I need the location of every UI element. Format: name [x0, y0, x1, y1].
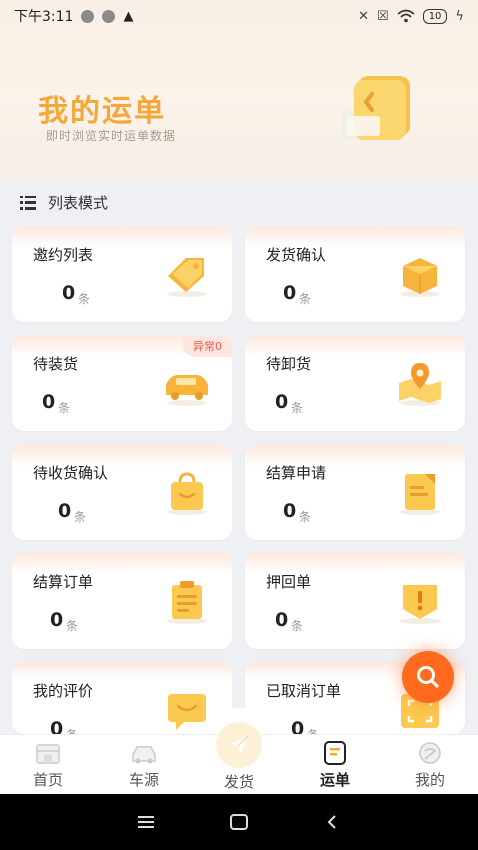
card-title: 待收货确认	[33, 464, 109, 482]
card-return-receipt[interactable]: 押回单 0 条	[245, 553, 465, 649]
charging-icon: ϟ	[455, 8, 464, 24]
card-title: 发货确认	[266, 246, 327, 264]
card-settlement-orders[interactable]: 结算订单 0 条	[12, 553, 232, 649]
exception-badge: 异常0	[183, 335, 232, 357]
tab-label: 运单	[319, 771, 350, 789]
status-bar: 下午3:11 ▲ ✕ ☒ 10 ϟ	[0, 0, 478, 32]
menu-button[interactable]	[126, 807, 166, 837]
tab-home[interactable]: 首页	[0, 735, 96, 795]
search-button[interactable]	[402, 651, 454, 703]
notification-dot-icon	[102, 9, 116, 23]
list-mode-toggle[interactable]: 列表模式	[20, 192, 108, 213]
card-count: 0	[42, 391, 56, 413]
list-icon	[20, 195, 36, 210]
card-settlement-apply[interactable]: 结算申请 0 条	[245, 444, 465, 540]
tab-profile[interactable]: 我的	[382, 735, 478, 795]
card-count: 0	[283, 282, 297, 304]
status-time: 下午3:11	[14, 9, 74, 25]
map-pin-icon	[399, 363, 441, 406]
page-subtitle: 即时浏览实时运单数据	[46, 129, 177, 143]
card-count: 0	[62, 282, 76, 304]
card-title: 押回单	[266, 573, 312, 591]
card-unit: 条	[299, 510, 312, 524]
card-title: 待装货	[33, 355, 79, 373]
card-title: 邀约列表	[33, 246, 94, 264]
card-count: 0	[275, 391, 289, 413]
back-nav-button[interactable]	[312, 807, 352, 837]
send-icon	[230, 735, 249, 754]
warning-icon: ▲	[123, 8, 134, 24]
card-title: 待卸货	[266, 355, 312, 373]
list-mode-label: 列表模式	[48, 194, 109, 212]
card-count: 0	[275, 609, 289, 631]
ship-center-button[interactable]	[216, 722, 262, 768]
sim-icon: ☒	[377, 8, 389, 24]
square-home-icon	[229, 814, 248, 830]
card-title: 结算订单	[33, 573, 94, 591]
system-navigation-bar	[0, 794, 478, 850]
card-title: 已取消订单	[266, 682, 342, 700]
card-my-reviews[interactable]: 我的评价 0 条	[12, 662, 232, 742]
package-box-icon	[400, 258, 440, 297]
tab-label: 车源	[128, 771, 159, 789]
clipboard-icon	[167, 581, 207, 624]
wifi-icon	[397, 9, 415, 23]
card-unit: 条	[291, 619, 304, 633]
card-unit: 条	[58, 401, 71, 415]
card-count: 0	[58, 500, 72, 522]
card-shipment-confirm[interactable]: 发货确认 0 条	[245, 226, 465, 322]
card-invite-list[interactable]: 邀约列表 0 条	[12, 226, 232, 322]
card-title: 我的评价	[33, 682, 94, 700]
card-pending-receipt[interactable]: 待收货确认 0 条	[12, 444, 232, 540]
car-icon	[132, 746, 156, 764]
back-chevron-icon	[327, 815, 336, 829]
waybill-illustration-icon	[342, 76, 410, 140]
card-unit: 条	[78, 292, 91, 306]
notification-dot-icon	[81, 9, 95, 23]
menu-icon	[138, 816, 155, 828]
card-count: 0	[50, 609, 64, 631]
card-unit: 条	[291, 401, 304, 415]
card-unit: 条	[74, 510, 87, 524]
shopping-bag-icon	[167, 472, 207, 515]
card-unit: 条	[299, 292, 312, 306]
card-pending-loading[interactable]: 异常0 待装货 0 条	[12, 335, 232, 431]
profile-icon	[419, 742, 441, 764]
card-unit: 条	[66, 619, 79, 633]
tab-vehicles[interactable]: 车源	[96, 735, 192, 795]
document-icon	[400, 474, 440, 515]
tab-label: 发货	[223, 773, 254, 791]
home-nav-button[interactable]	[219, 807, 259, 837]
page-title: 我的运单	[38, 94, 166, 129]
tab-label: 我的	[414, 771, 445, 789]
battery-icon: 10	[422, 8, 448, 24]
tab-waybill[interactable]: 运单	[287, 735, 383, 795]
tag-icon	[167, 258, 207, 297]
mute-icon: ✕	[358, 8, 370, 24]
truck-icon	[166, 375, 208, 406]
waybill-icon	[324, 741, 346, 765]
card-count: 0	[283, 500, 297, 522]
alert-shield-icon	[400, 585, 440, 624]
card-title: 结算申请	[266, 464, 327, 482]
card-pending-unloading[interactable]: 待卸货 0 条	[245, 335, 465, 431]
home-icon	[36, 744, 60, 764]
search-icon	[417, 666, 439, 688]
tab-label: 首页	[32, 771, 63, 789]
